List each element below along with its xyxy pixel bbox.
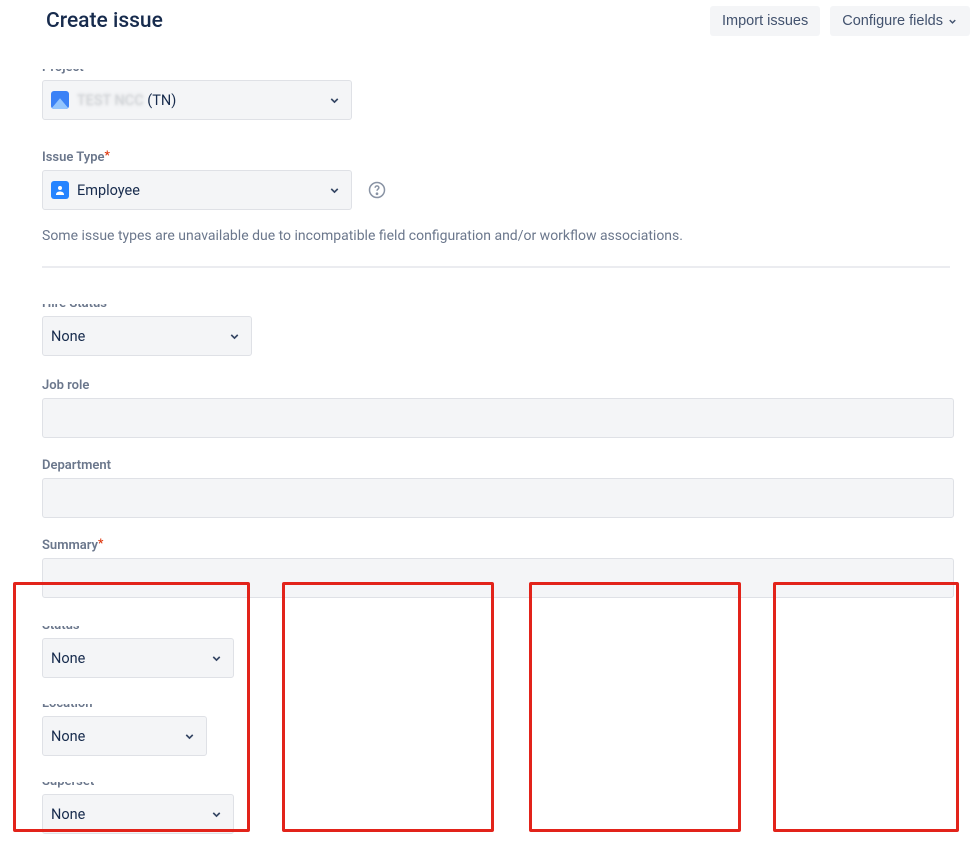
project-avatar-icon (51, 91, 69, 109)
section-divider (42, 266, 950, 268)
project-label: Project (42, 60, 954, 75)
person-icon (51, 181, 69, 199)
truncated-field-1-label: Hire Status (42, 296, 954, 311)
modal-header: Create issue Import issues Configure fie… (0, 0, 970, 42)
issue-type-select[interactable]: Employee (42, 170, 352, 210)
issue-type-label: Issue Type* (42, 150, 954, 165)
chevron-down-icon (328, 94, 341, 107)
truncated-field-1-select[interactable]: None (42, 316, 252, 356)
department-label: Department (42, 458, 954, 473)
chevron-down-icon (328, 184, 341, 197)
annotation-box-4 (773, 582, 959, 832)
project-field-group: Project TEST NCC (TN) (42, 60, 954, 120)
configure-fields-label: Configure fields (842, 13, 943, 29)
annotation-box-2 (282, 582, 494, 832)
summary-label: Summary* (42, 538, 954, 553)
job-role-label: Job role (42, 378, 954, 393)
issue-type-value: Employee (77, 182, 140, 199)
import-issues-button[interactable]: Import issues (710, 6, 820, 36)
help-icon[interactable] (368, 181, 386, 199)
job-role-input[interactable] (42, 398, 954, 438)
modal-title: Create issue (46, 9, 163, 33)
chevron-down-icon (228, 330, 241, 343)
truncated-field-1-value: None (51, 328, 85, 345)
header-actions: Import issues Configure fields (710, 6, 970, 36)
department-field-group: Department (42, 458, 954, 518)
chevron-down-icon (947, 16, 958, 27)
annotation-box-1 (13, 582, 250, 832)
project-value: TEST NCC (TN) (77, 92, 176, 109)
project-select[interactable]: TEST NCC (TN) (42, 80, 352, 120)
issue-type-field-group: Issue Type* Employee Some issue types ar… (42, 150, 954, 244)
annotation-box-3 (529, 582, 741, 832)
job-role-field-group: Job role (42, 378, 954, 438)
department-input[interactable] (42, 478, 954, 518)
import-issues-label: Import issues (722, 13, 808, 29)
configure-fields-button[interactable]: Configure fields (830, 6, 970, 36)
issue-type-hint: Some issue types are unavailable due to … (42, 228, 954, 244)
truncated-field-1-group: Hire Status None (42, 296, 954, 356)
